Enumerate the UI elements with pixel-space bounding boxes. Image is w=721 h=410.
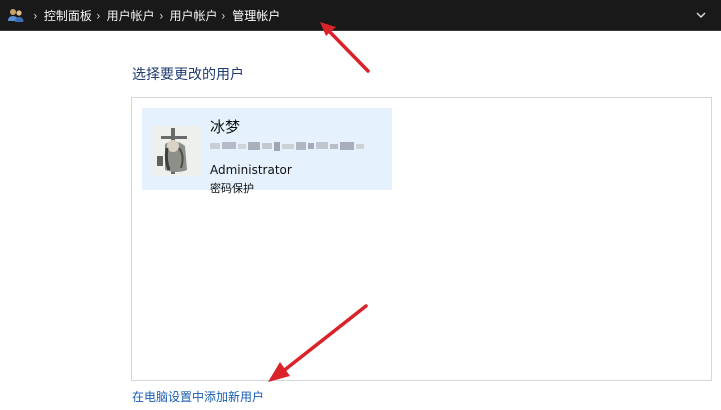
- page-title: 选择要更改的用户: [132, 67, 244, 83]
- address-bar: › 控制面板 › 用户帐户 › 用户帐户 › 管理帐户: [0, 0, 721, 31]
- breadcrumb-manage-accounts[interactable]: 管理帐户: [232, 7, 280, 24]
- add-user-link[interactable]: 在电脑设置中添加新用户: [132, 388, 264, 405]
- breadcrumb: › 控制面板 › 用户帐户 › 用户帐户 › 管理帐户: [29, 0, 280, 31]
- breadcrumb-separator: ›: [96, 8, 101, 23]
- user-avatar: [151, 126, 201, 176]
- user-name: 冰梦: [210, 118, 241, 136]
- chevron-down-icon[interactable]: [695, 9, 707, 21]
- user-protection: 密码保护: [210, 182, 254, 195]
- breadcrumb-separator: ›: [159, 8, 163, 23]
- blurred-email: [210, 142, 364, 151]
- breadcrumb-user-accounts-2[interactable]: 用户帐户: [169, 7, 217, 24]
- breadcrumb-separator: ›: [33, 8, 38, 23]
- user-tile[interactable]: 冰梦 Administrator 密码保护: [142, 108, 392, 195]
- user-list: 冰梦 Administrator 密码保护: [131, 97, 712, 381]
- breadcrumb-user-accounts-1[interactable]: 用户帐户: [107, 7, 155, 24]
- breadcrumb-control-panel[interactable]: 控制面板: [44, 7, 92, 24]
- breadcrumb-separator: ›: [221, 8, 226, 23]
- user-role: Administrator: [210, 163, 292, 177]
- users-icon: [8, 9, 24, 22]
